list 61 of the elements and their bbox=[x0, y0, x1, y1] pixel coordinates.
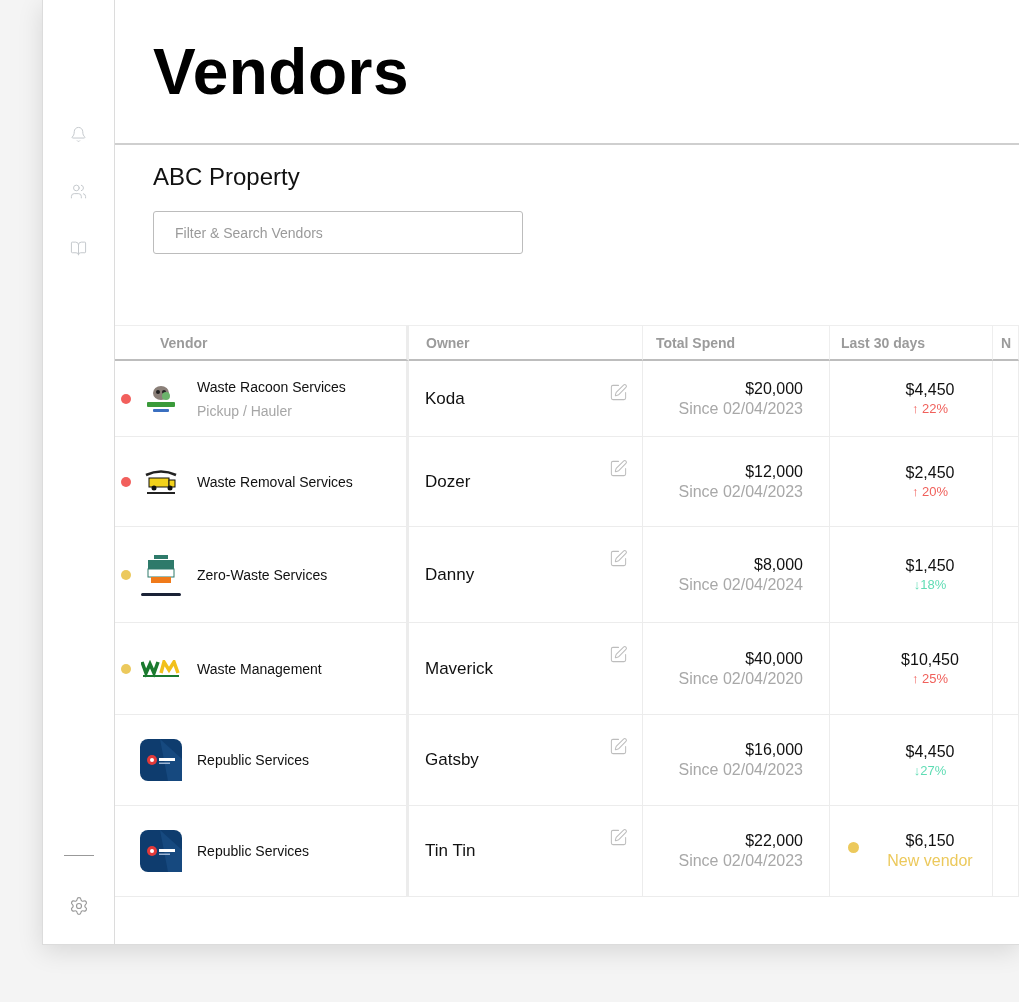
users-icon[interactable] bbox=[70, 183, 87, 200]
page-title: Vendors bbox=[153, 34, 410, 109]
since-date: Since 02/04/2020 bbox=[678, 669, 803, 688]
owner-name: Maverick bbox=[425, 658, 493, 679]
vendor-category: Pickup / Hauler bbox=[197, 402, 293, 419]
last-30-days-amount: $4,450 bbox=[905, 742, 955, 761]
total-spend: $8,000 bbox=[754, 555, 803, 574]
republic-logo-icon bbox=[140, 830, 182, 872]
truck-logo-icon bbox=[143, 468, 179, 495]
column-header: Last 30 days bbox=[841, 334, 926, 351]
property-name: ABC Property bbox=[153, 163, 300, 191]
since-date: Since 02/04/2024 bbox=[678, 575, 803, 594]
total-spend: $12,000 bbox=[745, 462, 803, 481]
owner-name: Gatsby bbox=[425, 750, 479, 770]
edit-icon[interactable] bbox=[609, 645, 628, 664]
spend-change: ↓18% bbox=[913, 577, 947, 592]
vendor-name: Waste Management bbox=[197, 660, 322, 677]
republic-logo-icon bbox=[140, 739, 182, 781]
total-spend: $16,000 bbox=[745, 741, 803, 759]
raccoon-logo-icon bbox=[144, 383, 178, 414]
owner-name: Tin Tin bbox=[425, 841, 476, 861]
vendor-name: Waste Racoon Services bbox=[197, 378, 346, 395]
column-header: N bbox=[1001, 334, 1012, 351]
total-spend: $40,000 bbox=[745, 649, 803, 668]
column-header: Vendor bbox=[160, 334, 208, 351]
new-vendor-label: New vendor bbox=[887, 852, 973, 870]
edit-icon[interactable] bbox=[609, 549, 628, 568]
since-date: Since 02/04/2023 bbox=[678, 761, 803, 779]
last-30-days-amount: $2,450 bbox=[905, 464, 955, 482]
owner-name: Dozer bbox=[425, 471, 471, 492]
column-header: Owner bbox=[426, 334, 470, 351]
vendor-name: Zero-Waste Services bbox=[197, 566, 328, 583]
total-spend: $20,000 bbox=[745, 379, 803, 398]
settings-icon[interactable] bbox=[68, 896, 89, 916]
spend-change: ↑ 25% bbox=[911, 671, 949, 686]
owner-name: Koda bbox=[425, 388, 465, 409]
owner-name: Danny bbox=[425, 564, 475, 585]
total-spend: $22,000 bbox=[745, 832, 803, 850]
spend-change: ↓27% bbox=[913, 762, 947, 778]
last-30-days-amount: $10,450 bbox=[901, 651, 959, 669]
vendor-name: Republic Services bbox=[197, 843, 310, 859]
spend-change: ↑ 20% bbox=[911, 484, 949, 499]
since-date: Since 02/04/2023 bbox=[678, 399, 803, 418]
last-30-days-amount: $1,450 bbox=[905, 557, 955, 575]
bin-logo-icon bbox=[141, 552, 181, 597]
edit-icon[interactable] bbox=[609, 459, 628, 478]
bell-icon[interactable] bbox=[70, 126, 87, 143]
edit-icon[interactable] bbox=[609, 737, 628, 756]
search-field[interactable]: Filter & Search Vendors bbox=[153, 211, 523, 254]
edit-icon[interactable] bbox=[609, 828, 628, 847]
vendor-name: Waste Removal Services bbox=[197, 473, 353, 490]
last-30-days-amount: $6,150 bbox=[905, 832, 955, 850]
wm-logo-icon bbox=[141, 659, 181, 678]
vendor-name: Republic Services bbox=[197, 752, 310, 768]
spend-change: ↑ 22% bbox=[911, 401, 949, 416]
last-30-days-amount: $4,450 bbox=[905, 381, 955, 399]
since-date: Since 02/04/2023 bbox=[678, 482, 803, 501]
edit-icon[interactable] bbox=[609, 383, 628, 402]
since-date: Since 02/04/2023 bbox=[678, 852, 803, 870]
column-header: Total Spend bbox=[656, 334, 736, 351]
book-icon[interactable] bbox=[70, 240, 87, 257]
